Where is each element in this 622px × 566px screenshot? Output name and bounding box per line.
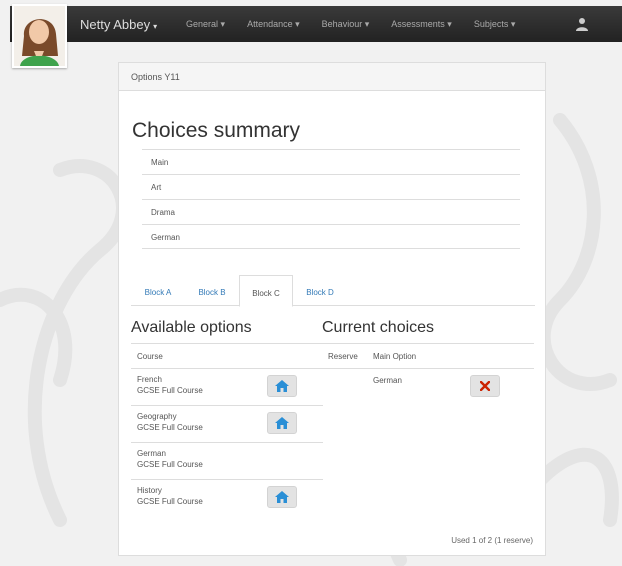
chevron-down-icon: ▾ xyxy=(510,19,516,29)
chevron-down-icon: ▾ xyxy=(153,22,158,31)
usage-status: Used 1 of 2 (1 reserve) xyxy=(451,536,533,545)
brand-name: Netty Abbey xyxy=(80,17,151,32)
list-item: Main xyxy=(142,149,520,174)
column-header-course: Course xyxy=(131,343,323,369)
brand-menu[interactable]: Netty Abbey ▾ xyxy=(80,17,157,32)
home-icon xyxy=(275,380,289,392)
panel-heading: Options Y11 xyxy=(119,63,545,91)
add-geography-button[interactable] xyxy=(267,412,297,434)
table-row: French GCSE Full Course xyxy=(131,369,323,406)
list-item: Drama xyxy=(142,199,520,224)
choices-summary-list: Main Art Drama German xyxy=(142,149,520,249)
list-item: Art xyxy=(142,174,520,199)
remove-german-button[interactable] xyxy=(470,375,500,397)
available-options-table: Course French GCSE Full Course Geography… xyxy=(131,343,323,517)
avatar[interactable] xyxy=(12,4,67,68)
nav-item-subjects[interactable]: Subjects ▾ xyxy=(474,19,516,30)
add-french-button[interactable] xyxy=(267,375,297,397)
available-options-title: Available options xyxy=(131,319,252,336)
main-option-value: German xyxy=(373,376,402,385)
table-row: German GCSE Full Course xyxy=(131,443,323,480)
close-icon xyxy=(480,381,490,391)
nav-item-behaviour[interactable]: Behaviour ▾ xyxy=(322,19,370,30)
current-choices-title: Current choices xyxy=(322,319,435,336)
current-choices-table: Reserve Main Option German xyxy=(322,343,534,406)
table-row: History GCSE Full Course xyxy=(131,480,323,517)
nav-item-assessments[interactable]: Assessments ▾ xyxy=(391,19,452,30)
main-menu: General ▾ Attendance ▾ Behaviour ▾ Asses… xyxy=(186,19,537,30)
column-header-reserve: Reserve xyxy=(328,352,358,361)
current-choices-header: Reserve Main Option xyxy=(322,343,534,369)
column-header-main-option: Main Option xyxy=(373,352,417,361)
tab-block-c[interactable]: Block C xyxy=(239,275,293,307)
course-type: GCSE Full Course xyxy=(137,460,203,469)
top-navbar: Netty Abbey ▾ General ▾ Attendance ▾ Beha… xyxy=(10,6,622,42)
chevron-down-icon: ▾ xyxy=(220,19,226,29)
nav-item-general[interactable]: General ▾ xyxy=(186,19,225,30)
chevron-down-icon: ▾ xyxy=(447,19,452,29)
tab-block-b[interactable]: Block B xyxy=(185,275,239,306)
home-icon xyxy=(275,491,289,503)
chevron-down-icon: ▾ xyxy=(295,19,300,29)
tab-block-d[interactable]: Block D xyxy=(293,275,347,306)
course-name: German xyxy=(137,449,166,458)
avatar-image xyxy=(14,6,65,66)
add-history-button[interactable] xyxy=(267,486,297,508)
tab-block-a[interactable]: Block A xyxy=(131,275,185,306)
options-panel: Options Y11 Choices summary Main Art Dra… xyxy=(118,62,546,556)
home-icon xyxy=(275,417,289,429)
chevron-down-icon: ▾ xyxy=(364,19,370,29)
block-tabs: Block A Block B Block C Block D xyxy=(131,275,535,307)
nav-item-attendance[interactable]: Attendance ▾ xyxy=(247,19,300,30)
choices-summary-title: Choices summary xyxy=(132,119,301,142)
table-row: Geography GCSE Full Course xyxy=(131,406,323,443)
table-row: German xyxy=(322,369,534,406)
list-item: German xyxy=(142,224,520,249)
user-icon[interactable] xyxy=(576,17,588,31)
